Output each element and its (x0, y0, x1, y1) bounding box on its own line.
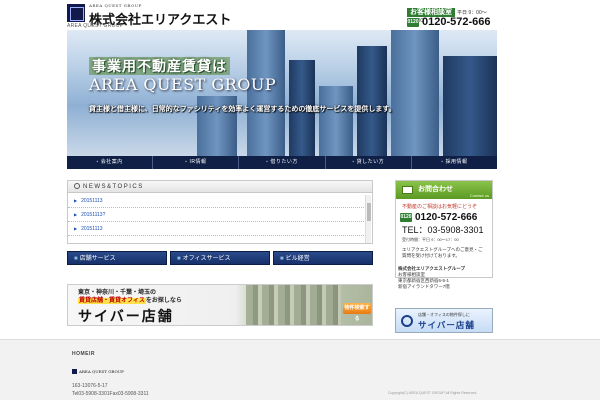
square-icon: ■ (280, 256, 284, 262)
building-management-button[interactable]: ■ ビル経営 (273, 251, 373, 265)
property-search-button[interactable]: 物件検索する (343, 303, 371, 322)
banner-title: サイバー店舗 (78, 308, 174, 324)
building-image (357, 46, 387, 156)
footer-tel: Tel03-5908-3301Fax03-5908-3311 (72, 391, 149, 397)
inquiry-panel: お問合わせ Contact us 不動産のご相談はお気軽にどうぞ 0120 012… (395, 180, 493, 278)
store-service-button[interactable]: ■ 店舗サービス (67, 251, 167, 265)
logo-icon[interactable] (67, 4, 85, 22)
nav-item-lend[interactable]: ▪ 貸したい方 (326, 156, 412, 169)
main-nav: ▪ 会社案内 ▪ IR情報 ▪ 借りたい方 ▪ 貸したい方 ▪ 採用情報 (67, 156, 497, 169)
logo-icon (72, 369, 77, 374)
footer-address: 163-13076-5-17 (72, 383, 108, 389)
hero-subtitle: 貸主様と借主様に、日常的なファシリティを効率よく運営するための徹底サービスを提供… (89, 106, 396, 113)
inquiry-title-sub: Contact us (469, 193, 489, 198)
arrow-right-icon: ▶ (74, 212, 78, 217)
inquiry-header[interactable]: お問合わせ Contact us (396, 181, 492, 199)
scrollbar-thumb[interactable] (367, 203, 371, 221)
free-dial-icon: 0120 (407, 17, 419, 27)
footer-home-link[interactable]: HOMEIR (72, 351, 95, 357)
inquiry-title: お問合わせ (418, 186, 453, 193)
search-icon (74, 183, 80, 189)
site-footer: HOMEIR AREA QUEST GROUP 163-13076-5-17 T… (0, 339, 600, 400)
logo-tagline: AREA QUEST GROUP (89, 3, 142, 8)
site-header: AREA QUEST GROUP 株式会社エリアクエスト AREA QUEST … (67, 2, 497, 30)
nav-item-recruit[interactable]: ▪ 採用情報 (412, 156, 497, 169)
address-line2: 新宿アイランドタワー7階 (398, 284, 450, 289)
news-item[interactable]: ▶ 20151113? (68, 208, 364, 222)
side-cyber-store-banner[interactable]: 店舗・オフィスの物件探しに サイバー店舗 (395, 308, 493, 333)
magnifier-icon (401, 315, 413, 327)
free-dial-icon: 0120 (400, 212, 412, 222)
hero-banner: 事業用不動産賃貸は AREA QUEST GROUP 貸主様と借主様に、日常的な… (67, 30, 497, 156)
news-list: ▶ 20151113 ▶ 20151113? ▶ 20151113 (68, 194, 364, 236)
header-phone[interactable]: 0120 0120-572-666 (407, 16, 491, 28)
footer-logo: AREA QUEST GROUP (72, 369, 124, 374)
page: AREA QUEST GROUP 株式会社エリアクエスト AREA QUEST … (0, 0, 600, 400)
inquiry-tel[interactable]: TEL：03-5908-3301 (396, 223, 492, 236)
news-title: NEWS&TOPICS (83, 184, 144, 190)
company-sub: AREA QUEST GROUP (67, 23, 124, 29)
cyber-store-banner[interactable]: 東京・神奈川・千葉・埼玉の 賃貸店舗・賃貸オフィスをお探しなら サイバー店舗 物… (67, 284, 373, 326)
building-image (319, 86, 353, 156)
banner-line2: 賃貸店舗・賃貸オフィスをお探しなら (78, 298, 182, 304)
news-item[interactable]: ▶ 20151113 (68, 222, 364, 236)
arrow-right-icon: ▶ (74, 198, 78, 203)
square-icon: ■ (74, 256, 78, 262)
street-image (246, 285, 341, 325)
square-icon: ■ (177, 256, 181, 262)
header-phone-number: 0120-572-666 (422, 16, 491, 28)
side-banner-small: 店舗・オフィスの物件探しに (418, 312, 470, 317)
footer-copyright: Copyright(C) AREA QUEST GROUP All Rights… (388, 391, 478, 395)
nav-item-company[interactable]: ▪ 会社案内 (67, 156, 154, 169)
nav-item-ir[interactable]: ▪ IR情報 (153, 156, 240, 169)
inquiry-message: エリアクエストグループへのご意見・ご質問を受け付けております。 (402, 247, 483, 258)
news-item[interactable]: ▶ 20151113 (68, 194, 364, 208)
nav-item-borrow[interactable]: ▪ 借りたい方 (239, 156, 326, 169)
building-image (443, 56, 497, 156)
news-header: NEWS&TOPICS (68, 181, 372, 193)
company-address: 株式会社エリアクエストグループ お客様相談室 東京都新宿区西新宿6-5-1 新宿… (398, 266, 494, 290)
news-scrollbar[interactable] (365, 195, 371, 243)
hero-title-en: AREA QUEST GROUP (89, 75, 277, 94)
mail-icon (402, 186, 413, 194)
hero-title-jp: 事業用不動産賃貸は (89, 56, 230, 76)
arrow-right-icon: ▶ (74, 226, 78, 231)
side-banner-title: サイバー店舗 (418, 320, 475, 330)
inquiry-phone[interactable]: 0120 0120-572-666 (396, 212, 492, 223)
building-image (391, 30, 439, 156)
news-panel: NEWS&TOPICS ▶ 20151113 ▶ 20151113? ▶ 201511… (67, 180, 373, 244)
office-service-button[interactable]: ■ オフィスサービス (170, 251, 270, 265)
